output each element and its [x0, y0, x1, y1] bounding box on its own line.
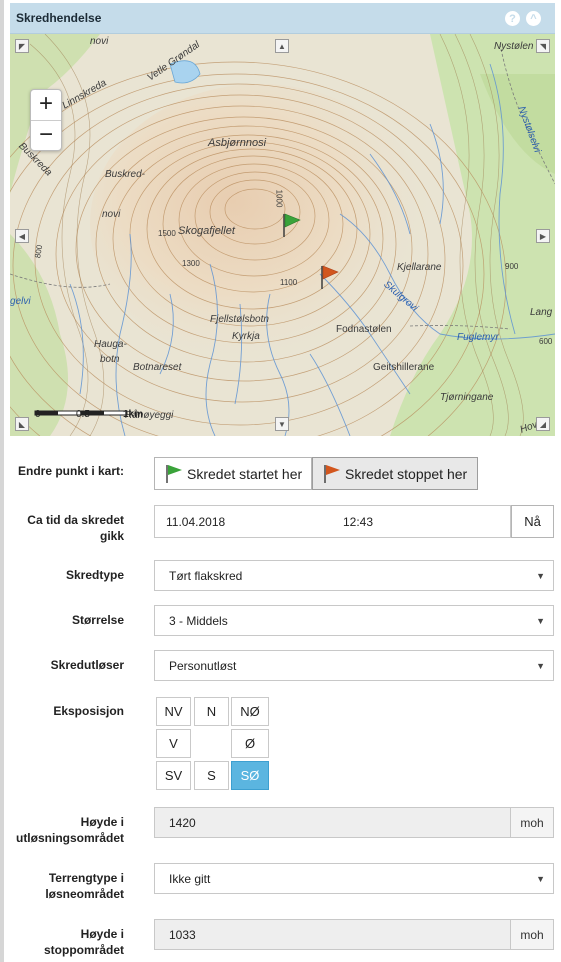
map-label: novi [90, 36, 109, 47]
caret-down-icon: ▼ [536, 660, 545, 671]
map-label: Hauga- [94, 339, 127, 350]
direction-nv-button[interactable]: NV [156, 697, 191, 726]
hoyde-utlosning-label: Høyde i utløsningsområdet [15, 815, 124, 845]
map-label: gelvi [10, 296, 31, 307]
map-label: Skogafjellet [178, 225, 235, 237]
unit-addon: moh [510, 807, 554, 838]
pan-west-icon[interactable]: ◀ [15, 229, 29, 243]
hoyde-stopp-value: 1033 [169, 927, 196, 942]
map-label: Fuglemyr [457, 332, 499, 343]
stop-point-label: Skredet stoppet her [345, 465, 468, 482]
map-label: Buskred- [105, 169, 146, 180]
contour-label: 600 [539, 337, 553, 346]
panel-header: Skredhendelse ? ^ [10, 3, 555, 34]
skredtype-select[interactable]: Tørt flakskred ▼ [154, 560, 554, 591]
hoyde-utlosning-input[interactable]: 1420 [154, 807, 511, 838]
endre-punkt-label: Endre punkt i kart: [18, 464, 125, 478]
tid-label: Ca tid da skredet gikk [27, 513, 124, 543]
terrengtype-select[interactable]: Ikke gitt ▼ [154, 863, 554, 894]
direction-no-button[interactable]: NØ [231, 697, 269, 726]
green-flag-icon [166, 464, 182, 483]
map-label: Fodnastølen [336, 324, 392, 335]
hoyde-stopp-input[interactable]: 1033 [154, 919, 511, 950]
now-button[interactable]: Nå [511, 505, 554, 538]
panel-title: Skredhendelse [16, 11, 102, 25]
caret-down-icon: ▼ [536, 873, 545, 884]
stop-point-button[interactable]: Skredet stoppet her [312, 457, 478, 490]
map-label: Botnareset [133, 362, 182, 373]
time-value: 12:43 [343, 514, 374, 529]
caret-down-icon: ▼ [536, 615, 545, 626]
scale-label: 0.5 [76, 409, 90, 420]
caret-down-icon: ▼ [536, 570, 545, 581]
map-label: Tjørningane [440, 392, 494, 403]
skredtype-label: Skredtype [65, 568, 124, 582]
map-label: Kyrkja [232, 331, 260, 342]
direction-s-button[interactable]: S [194, 761, 229, 790]
direction-v-button[interactable]: V [156, 729, 191, 758]
zoom-in-button[interactable]: + [31, 90, 61, 120]
chevron-up-icon[interactable]: ^ [526, 11, 541, 26]
start-point-label: Skredet startet her [187, 465, 303, 482]
unit-addon: moh [510, 919, 554, 950]
skredutloser-label: Skredutløser [50, 658, 124, 672]
pan-northeast-icon[interactable]: ◥ [536, 39, 550, 53]
map-label: botn [100, 354, 120, 365]
skredutloser-value: Personutløst [169, 658, 237, 673]
terrengtype-value: Ikke gitt [169, 871, 211, 886]
map[interactable]: novi Vetle Grøndal Linnskreda Buskreda B… [10, 34, 555, 436]
terrengtype-label: Terrengtype i løsneområdet [45, 871, 124, 901]
skredtype-value: Tørt flakskred [169, 568, 243, 583]
contour-label: 900 [505, 262, 519, 271]
direction-so-button[interactable]: SØ [231, 761, 269, 790]
pan-southeast-icon[interactable]: ◢ [536, 417, 550, 431]
pan-southwest-icon[interactable]: ◣ [15, 417, 29, 431]
storrelse-label: Størrelse [71, 613, 124, 627]
map-label: Kjellarane [397, 262, 442, 273]
hoyde-stopp-label: Høyde i stoppområdet [43, 927, 124, 957]
hoyde-utlosning-value: 1420 [169, 815, 196, 830]
map-label: Lang [530, 307, 553, 318]
zoom-out-button[interactable]: − [31, 120, 61, 150]
start-point-button[interactable]: Skredet startet her [154, 457, 312, 490]
pan-northwest-icon[interactable]: ◤ [15, 39, 29, 53]
contour-label: 1100 [280, 278, 298, 287]
direction-o-button[interactable]: Ø [231, 729, 269, 758]
storrelse-select[interactable]: 3 - Middels ▼ [154, 605, 554, 636]
direction-sv-button[interactable]: SV [156, 761, 191, 790]
datetime-input[interactable]: 11.04.2018 12:43 [154, 505, 511, 538]
contour-label: 1000 [274, 189, 284, 208]
skredutloser-select[interactable]: Personutløst ▼ [154, 650, 554, 681]
eksposisjon-label: Eksposisjon [53, 704, 124, 718]
help-icon[interactable]: ? [505, 11, 520, 26]
map-label: Nystølen [494, 41, 534, 52]
map-label: Fjellstølsbotn [210, 314, 269, 325]
contour-label: 1500 [158, 229, 176, 238]
scale-label: 1km [123, 409, 144, 420]
storrelse-value: 3 - Middels [169, 613, 228, 628]
direction-n-button[interactable]: N [194, 697, 229, 726]
map-label: Asbjørnnosi [208, 137, 267, 149]
scale-label: 0 [35, 409, 41, 420]
contour-label: 1300 [182, 259, 200, 268]
red-flag-icon [324, 464, 340, 483]
map-label: Geitshillerane [373, 362, 435, 373]
map-label: novi [102, 209, 121, 220]
pan-south-icon[interactable]: ▼ [275, 417, 289, 431]
pan-east-icon[interactable]: ▶ [536, 229, 550, 243]
pan-north-icon[interactable]: ▲ [275, 39, 289, 53]
date-value: 11.04.2018 [166, 514, 226, 529]
zoom-control: + − [30, 89, 62, 151]
